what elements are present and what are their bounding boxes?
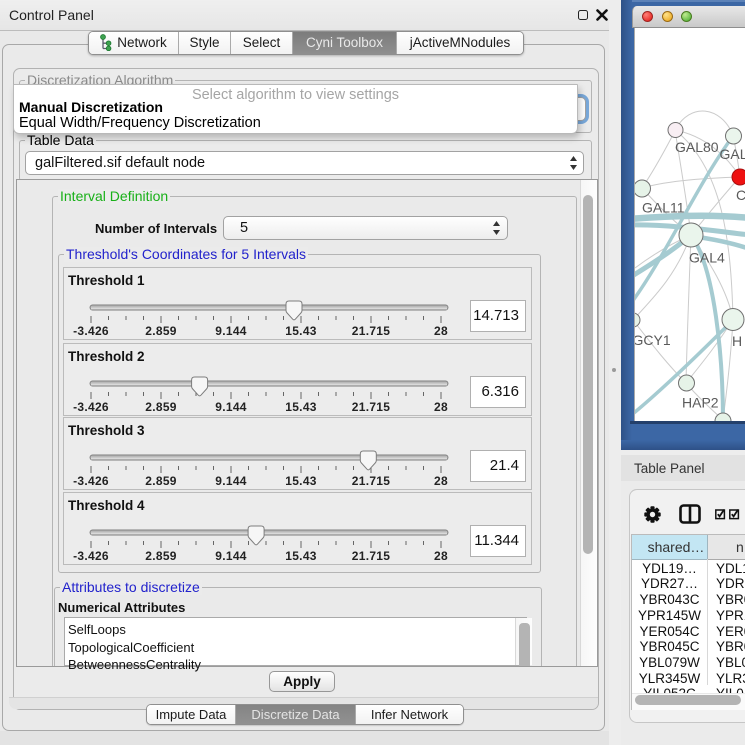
svg-text:GAL: GAL	[720, 146, 745, 162]
svg-text:GAL11: GAL11	[642, 200, 685, 216]
svg-text:HAP2: HAP2	[682, 395, 719, 411]
svg-text:GAL4: GAL4	[689, 250, 725, 266]
svg-text:C: C	[736, 187, 745, 203]
svg-text:H: H	[732, 333, 742, 349]
svg-text:GAL80: GAL80	[675, 139, 719, 155]
svg-text:GCY1: GCY1	[635, 332, 671, 348]
